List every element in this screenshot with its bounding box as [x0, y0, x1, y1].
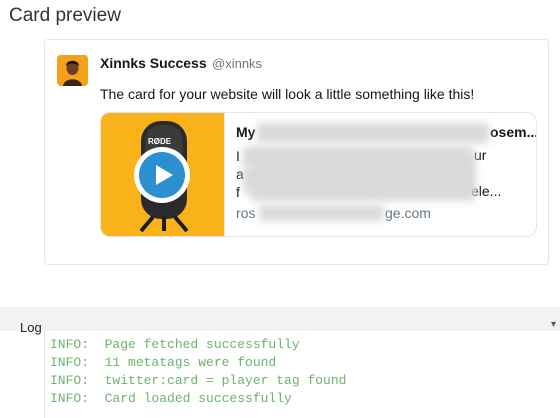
description-line-tail: ur: [474, 147, 487, 163]
card-body: My osem... I a f ur ele... ros ge.com: [224, 113, 536, 236]
log-line: INFO: 11 metatags were found: [50, 355, 277, 370]
chevron-down-icon[interactable]: ▾: [551, 319, 556, 330]
redaction-blur: [251, 151, 475, 201]
log-console: INFO: Page fetched successfully INFO: 11…: [44, 331, 560, 418]
description-tail: ele...: [471, 183, 502, 199]
card-title: My: [236, 124, 256, 140]
avatar-photo-icon: [57, 55, 88, 86]
redaction-blur: [257, 123, 489, 143]
log-line: INFO: twitter:card = player tag found: [50, 373, 347, 388]
avatar: [57, 55, 88, 86]
media-brand-label: RØDE: [148, 137, 172, 146]
play-button[interactable]: [134, 147, 190, 203]
log-label: Log: [20, 320, 42, 335]
user-name: Xinnks Success: [100, 55, 207, 71]
page-title: Card preview: [9, 5, 121, 26]
log-header: [0, 307, 560, 331]
tweet-preview: Xinnks Success @xinnks The card for your…: [44, 39, 549, 265]
log-line: INFO: Page fetched successfully: [50, 337, 300, 352]
card-domain-tail: ge.com: [385, 205, 431, 221]
play-icon: [156, 165, 173, 185]
card-title-tail: osem...: [490, 124, 537, 140]
log-line: INFO: Card loaded successfully: [50, 391, 292, 406]
tweet-text: The card for your website will look a li…: [100, 86, 475, 102]
user-handle: @xinnks: [212, 56, 263, 71]
card-media: RØDE: [101, 113, 224, 236]
card-domain: ros: [236, 205, 256, 221]
redaction-blur: [259, 205, 383, 221]
link-card[interactable]: RØDE My osem... I a f ur ele... ros ge.c…: [100, 112, 537, 237]
